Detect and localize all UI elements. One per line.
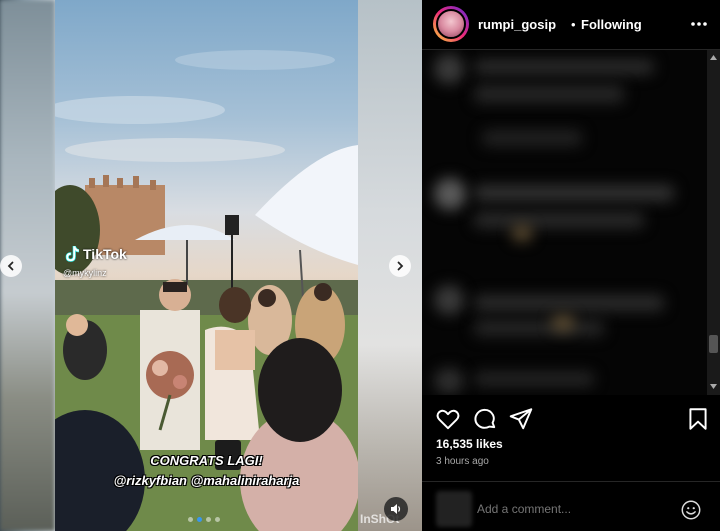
video-caption-line2: @rizkyfbian @mahaliniraharja <box>113 473 300 488</box>
comments-list-blurred <box>422 50 720 395</box>
blurred-comment-text <box>474 320 604 336</box>
avatar-story-ring[interactable] <box>433 6 469 42</box>
blurred-comment-text <box>474 85 624 103</box>
username-link[interactable]: rumpi_gosip <box>478 17 556 32</box>
post-timestamp[interactable]: 3 hours ago <box>436 456 489 467</box>
carousel-dot <box>215 517 220 522</box>
comments-scrollbar[interactable] <box>707 50 720 395</box>
tiktok-brand: TikTok <box>83 246 127 262</box>
comment-composer <box>422 481 720 531</box>
video-caption-line1: CONGRATS LAGI! <box>150 453 263 468</box>
like-count[interactable]: 16,535 likes <box>436 437 503 451</box>
carousel-indicator <box>188 517 220 522</box>
bookmark-icon[interactable] <box>685 406 711 432</box>
blurred-comment-text <box>474 185 674 201</box>
post-header: rumpi_gosip • Following <box>422 0 720 50</box>
header-separator: • <box>571 17 576 32</box>
blurred-emoji <box>552 315 574 331</box>
blurred-comment-text <box>474 212 644 228</box>
scroll-thumb[interactable] <box>709 335 718 353</box>
tiktok-logo-icon <box>65 246 79 262</box>
media-viewer: TikTok @mykylinz CONGRATS LAGI! @rizkyfb… <box>0 0 422 531</box>
blurred-comment-text <box>482 130 582 146</box>
share-icon[interactable] <box>508 406 534 432</box>
carousel-dot <box>188 517 193 522</box>
blurred-comment-avatar <box>434 178 466 210</box>
blurred-comment-avatar <box>434 54 464 84</box>
audio-toggle-button[interactable] <box>384 497 408 521</box>
blurred-comment-avatar <box>434 285 464 315</box>
post-actions <box>422 402 720 436</box>
speaker-icon <box>391 504 401 514</box>
caret-down-icon <box>710 384 717 389</box>
avatar[interactable] <box>436 9 466 39</box>
comment-icon[interactable] <box>472 406 498 432</box>
blurred-comment-avatar <box>434 368 464 394</box>
carousel-prev-button[interactable] <box>0 255 22 277</box>
carousel-dot <box>197 517 202 522</box>
scroll-up-arrow[interactable] <box>709 53 718 62</box>
tiktok-watermark: TikTok <box>65 246 127 262</box>
blurred-comment-text <box>474 295 664 311</box>
scroll-down-arrow[interactable] <box>709 382 718 391</box>
heart-icon[interactable] <box>435 406 461 432</box>
chevron-right-icon <box>397 261 404 271</box>
blurred-comment-text <box>474 60 654 74</box>
more-horizontal-icon[interactable] <box>689 14 709 34</box>
blurred-comment-text <box>474 372 594 386</box>
current-user-avatar <box>436 491 472 527</box>
post-side-panel: rumpi_gosip • Following 16,535 likes 3 h… <box>422 0 720 531</box>
video-frame[interactable]: TikTok @mykylinz CONGRATS LAGI! @rizkyfb… <box>55 0 358 531</box>
comment-input[interactable] <box>477 502 667 516</box>
wedding-scene-image <box>55 50 358 531</box>
carousel-next-button[interactable] <box>389 255 411 277</box>
tiktok-handle: @mykylinz <box>63 268 107 278</box>
emoji-icon[interactable] <box>680 499 702 521</box>
carousel-dot <box>206 517 211 522</box>
caret-up-icon <box>710 55 717 60</box>
following-button[interactable]: Following <box>581 17 642 32</box>
blurred-emoji <box>512 225 532 241</box>
chevron-left-icon <box>7 261 14 271</box>
